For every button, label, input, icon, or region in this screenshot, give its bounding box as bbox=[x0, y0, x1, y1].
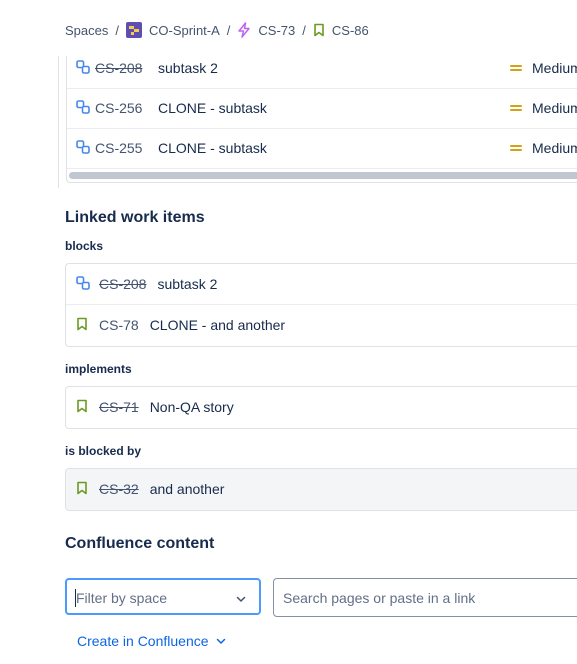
story-bookmark-icon bbox=[76, 399, 88, 416]
list-item[interactable]: CS-78 CLONE - and another bbox=[66, 304, 577, 345]
breadcrumb-project[interactable]: CO-Sprint-A bbox=[126, 22, 220, 38]
search-pages-input[interactable]: Search pages or paste in a link bbox=[273, 578, 577, 617]
epic-lightning-icon bbox=[238, 22, 251, 38]
work-item-key[interactable]: CS-256 bbox=[95, 100, 142, 116]
story-bookmark-icon bbox=[314, 23, 324, 37]
work-item-summary[interactable]: subtask 2 bbox=[158, 60, 218, 76]
link-type-label: implements bbox=[65, 362, 132, 376]
work-item-summary[interactable]: CLONE - and another bbox=[150, 317, 285, 333]
work-item-key[interactable]: CS-255 bbox=[95, 140, 142, 156]
breadcrumb-story[interactable]: CS-86 bbox=[313, 23, 369, 38]
subtask-icon bbox=[76, 100, 90, 117]
linked-group-implements: CS-71 Non-QA story bbox=[65, 386, 577, 429]
priority[interactable]: Medium bbox=[510, 140, 577, 156]
breadcrumb-separator: / bbox=[302, 22, 306, 38]
work-item-summary[interactable]: subtask 2 bbox=[157, 276, 217, 292]
linked-group-is-blocked-by: CS-32 and another bbox=[65, 468, 577, 511]
table-row[interactable]: CS-256 CLONE - subtask Medium bbox=[67, 88, 577, 129]
list-item[interactable]: CS-208 subtask 2 bbox=[66, 264, 577, 304]
subtask-icon bbox=[76, 276, 90, 293]
breadcrumb-epic[interactable]: CS-73 bbox=[237, 22, 295, 38]
chevron-down-icon[interactable] bbox=[235, 592, 247, 610]
search-placeholder: Search pages or paste in a link bbox=[283, 590, 476, 606]
filter-by-space-select[interactable]: Filter by space bbox=[65, 578, 261, 615]
work-item-summary[interactable]: CLONE - subtask bbox=[158, 100, 267, 116]
confluence-content-heading: Confluence content bbox=[65, 535, 215, 552]
work-item-summary[interactable]: Non-QA story bbox=[150, 399, 234, 415]
priority-label: Medium bbox=[532, 60, 577, 76]
priority-medium-icon bbox=[510, 63, 522, 73]
list-item[interactable]: CS-71 Non-QA story bbox=[66, 387, 577, 427]
work-item-key[interactable]: CS-71 bbox=[99, 399, 139, 415]
breadcrumb-spaces[interactable]: Spaces bbox=[65, 23, 108, 38]
horizontal-scrollbar[interactable] bbox=[69, 172, 577, 179]
breadcrumb-separator: / bbox=[115, 22, 119, 38]
table-row[interactable]: CS-255 CLONE - subtask Medium bbox=[67, 128, 577, 169]
work-item-key[interactable]: CS-78 bbox=[99, 317, 139, 333]
work-item-summary[interactable]: CLONE - subtask bbox=[158, 140, 267, 156]
linked-group-blocks: CS-208 subtask 2 CS-78 CLONE - and anoth… bbox=[65, 263, 577, 347]
linked-work-items-heading: Linked work items bbox=[65, 209, 205, 226]
link-type-label: is blocked by bbox=[65, 444, 142, 458]
work-item-key[interactable]: CS-32 bbox=[99, 481, 139, 497]
panel-left-border bbox=[58, 56, 59, 188]
create-in-confluence-label: Create in Confluence bbox=[77, 633, 209, 649]
work-item-summary[interactable]: and another bbox=[150, 481, 225, 497]
breadcrumb: Spaces / CO-Sprint-A / CS-73 / CS-86 bbox=[65, 20, 369, 40]
subtask-icon bbox=[76, 140, 90, 157]
subtask-icon bbox=[76, 60, 90, 77]
priority-label: Medium bbox=[532, 140, 577, 156]
work-item-key[interactable]: CS-208 bbox=[95, 60, 142, 76]
story-bookmark-icon bbox=[76, 317, 88, 334]
project-avatar-icon bbox=[126, 22, 142, 38]
breadcrumb-separator: / bbox=[226, 22, 231, 38]
child-work-items-table: CS-208 subtask 2 Medium CS-256 CLONE - s… bbox=[66, 48, 577, 183]
priority-label: Medium bbox=[532, 100, 577, 116]
chevron-down-icon bbox=[216, 638, 225, 644]
priority[interactable]: Medium bbox=[510, 100, 577, 116]
story-bookmark-icon bbox=[76, 481, 88, 498]
list-item[interactable]: CS-32 and another bbox=[66, 469, 577, 509]
create-in-confluence-button[interactable]: Create in Confluence bbox=[77, 633, 227, 649]
work-item-key[interactable]: CS-208 bbox=[99, 276, 146, 292]
priority-medium-icon bbox=[510, 143, 522, 153]
priority[interactable]: Medium bbox=[510, 60, 577, 76]
link-type-label: blocks bbox=[65, 239, 104, 253]
filter-placeholder: Filter by space bbox=[76, 590, 168, 606]
priority-medium-icon bbox=[510, 103, 522, 113]
